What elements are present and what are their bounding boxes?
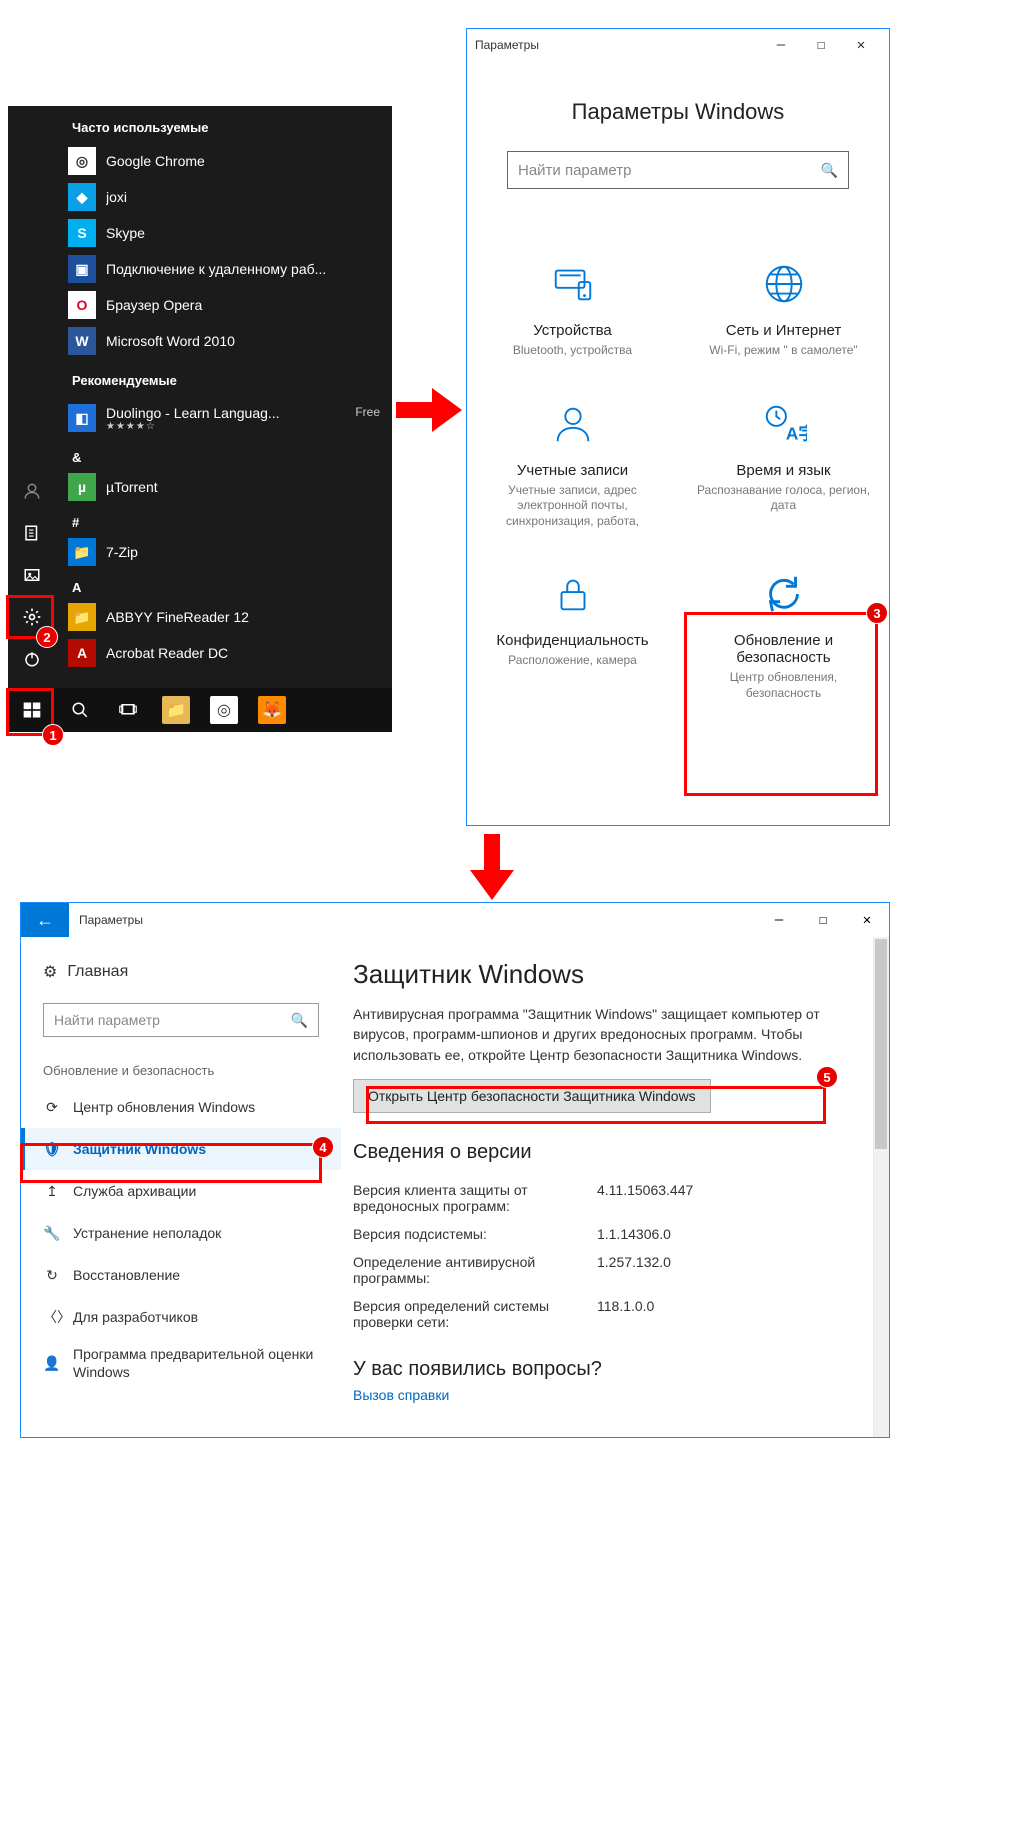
maximize-button[interactable]: ☐	[801, 903, 845, 937]
scrollbar[interactable]	[873, 937, 889, 1437]
settings-title: Параметры	[475, 38, 761, 52]
rating-stars: ★★★★☆	[106, 421, 380, 432]
backup-icon: ↥	[43, 1183, 61, 1200]
start-rail	[8, 106, 56, 688]
defender-window: ← Параметры — ☐ ✕ ⚙ Главная Найти параме…	[20, 902, 890, 1438]
badge-5: 5	[816, 1066, 838, 1088]
app-item[interactable]: ◆joxi	[56, 179, 392, 215]
app-item[interactable]: AAcrobat Reader DC	[56, 635, 392, 671]
alpha-header[interactable]: #	[56, 505, 392, 534]
shield-icon: 🛡	[43, 1141, 61, 1158]
pictures-icon[interactable]	[8, 554, 56, 596]
tile-privacy[interactable]: Конфиденциальность Расположение, камера	[467, 559, 678, 731]
minimize-button[interactable]: —	[761, 37, 801, 53]
arrow-right-icon	[396, 388, 462, 437]
tile-timelang[interactable]: A字 Время и язык Распознавание голоса, ре…	[678, 389, 889, 560]
sync-icon: ⟳	[43, 1099, 61, 1116]
sidebar-home[interactable]: ⚙ Главная	[21, 955, 341, 989]
maximize-button[interactable]: ☐	[801, 37, 841, 53]
minimize-button[interactable]: —	[757, 903, 801, 937]
recover-icon: ↻	[43, 1267, 61, 1284]
tile-devices[interactable]: Устройства Bluetooth, устройства	[467, 249, 678, 389]
app-item[interactable]: ◧ Duolingo - Learn Languag...Free ★★★★☆	[56, 396, 392, 440]
badge-3: 3	[866, 602, 888, 624]
settings-tiles: Устройства Bluetooth, устройства Сеть и …	[467, 249, 889, 732]
taskbar: 📁 ◎ 🦊	[8, 688, 392, 732]
sidebar-item-update[interactable]: ⟳Центр обновления Windows	[21, 1086, 341, 1128]
defender-titlebar: ← Параметры — ☐ ✕	[21, 903, 889, 937]
settings-titlebar: Параметры — ☐ ✕	[467, 29, 889, 61]
start-list: Часто используемые ◎Google Chrome ◆joxi …	[56, 106, 392, 688]
taskbar-firefox-icon[interactable]: 🦊	[248, 688, 296, 732]
tile-network[interactable]: Сеть и Интернет Wi-Fi, режим " в самолет…	[678, 249, 889, 389]
close-button[interactable]: ✕	[845, 903, 889, 937]
app-item[interactable]: ▣Подключение к удаленному раб...	[56, 251, 392, 287]
app-item[interactable]: SSkype	[56, 215, 392, 251]
open-security-center-button[interactable]: Открыть Центр безопасности Защитника Win…	[353, 1079, 711, 1113]
tile-accounts[interactable]: Учетные записи Учетные записи, адрес эле…	[467, 389, 678, 560]
frequent-header: Часто используемые	[56, 106, 392, 143]
app-item[interactable]: WMicrosoft Word 2010	[56, 323, 392, 359]
wrench-icon: 🔧	[43, 1225, 61, 1242]
badge-1: 1	[42, 724, 64, 746]
app-item[interactable]: OБраузер Opera	[56, 287, 392, 323]
app-item[interactable]: 📁ABBYY FineReader 12	[56, 599, 392, 635]
close-button[interactable]: ✕	[841, 37, 881, 53]
taskbar-chrome-icon[interactable]: ◎	[200, 688, 248, 732]
alpha-header[interactable]: &	[56, 440, 392, 469]
search-taskbar-icon[interactable]	[56, 688, 104, 732]
defender-sidebar: ⚙ Главная Найти параметр 🔍 Обновление и …	[21, 937, 341, 1437]
search-icon: 🔍	[291, 1012, 308, 1029]
help-link[interactable]: Вызов справки	[353, 1387, 449, 1403]
sidebar-item-recovery[interactable]: ↻Восстановление	[21, 1254, 341, 1296]
sidebar-item-developers[interactable]: 〈〉Для разработчиков	[21, 1296, 341, 1338]
search-icon: 🔍	[821, 162, 838, 179]
start-menu: ☰ Часто используемые ◎Google Chrome ◆jox…	[8, 106, 392, 732]
documents-icon[interactable]	[8, 512, 56, 554]
version-heading: Сведения о версии	[353, 1141, 869, 1164]
app-item[interactable]: ◎Google Chrome	[56, 143, 392, 179]
app-item[interactable]: µµTorrent	[56, 469, 392, 505]
sidebar-item-defender[interactable]: 🛡Защитник Windows	[21, 1128, 341, 1170]
page-heading: Защитник Windows	[353, 959, 869, 990]
sidebar-item-backup[interactable]: ↥Служба архивации	[21, 1170, 341, 1212]
taskbar-explorer-icon[interactable]: 📁	[152, 688, 200, 732]
gear-icon: ⚙	[43, 962, 57, 982]
back-button[interactable]: ←	[21, 903, 69, 937]
settings-window: Параметры — ☐ ✕ Параметры Windows Найти …	[466, 28, 890, 826]
taskview-icon[interactable]	[104, 688, 152, 732]
svg-text:A字: A字	[785, 423, 806, 443]
version-table: Версия клиента защиты от вредоносных про…	[353, 1176, 869, 1336]
dev-icon: 〈〉	[43, 1307, 61, 1327]
insider-icon: 👤	[43, 1355, 61, 1372]
search-placeholder: Найти параметр	[518, 162, 821, 179]
questions-heading: У вас появились вопросы?	[353, 1358, 869, 1381]
badge-4: 4	[312, 1136, 334, 1158]
defender-search[interactable]: Найти параметр 🔍	[43, 1003, 319, 1037]
tile-update[interactable]: Обновление и безопасность Центр обновлен…	[678, 559, 889, 731]
sidebar-section: Обновление и безопасность	[21, 1037, 341, 1086]
settings-search[interactable]: Найти параметр 🔍	[507, 151, 849, 189]
defender-title: Параметры	[69, 903, 757, 937]
arrow-down-icon	[470, 834, 514, 905]
alpha-header[interactable]: A	[56, 570, 392, 599]
user-icon[interactable]	[8, 470, 56, 512]
defender-main: Защитник Windows Антивирусная программа …	[341, 937, 889, 1437]
app-item[interactable]: 📁7-Zip	[56, 534, 392, 570]
settings-heading: Параметры Windows	[467, 99, 889, 125]
badge-2: 2	[36, 626, 58, 648]
intro-text: Антивирусная программа "Защитник Windows…	[353, 1004, 869, 1065]
sidebar-item-troubleshoot[interactable]: 🔧Устранение неполадок	[21, 1212, 341, 1254]
recommended-header: Рекомендуемые	[56, 359, 392, 396]
sidebar-item-insider[interactable]: 👤Программа предварительной оценки Window…	[21, 1338, 341, 1389]
